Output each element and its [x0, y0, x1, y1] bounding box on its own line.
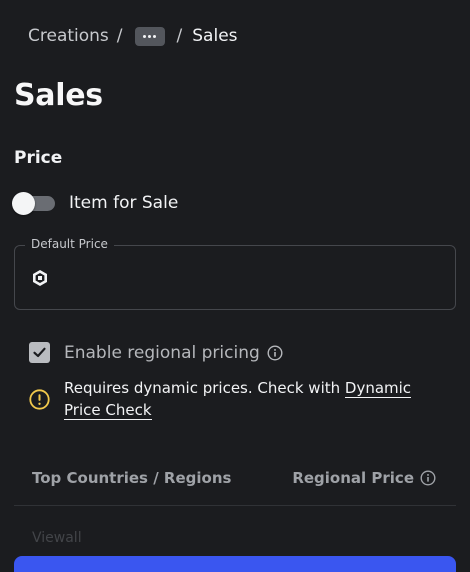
default-price-input[interactable] — [57, 264, 437, 292]
item-for-sale-row[interactable]: Item for Sale — [12, 191, 178, 215]
breadcrumb: Creations / / Sales — [28, 24, 238, 48]
info-icon[interactable] — [420, 470, 436, 486]
dynamic-price-warning: Requires dynamic prices. Check with Dyna… — [29, 377, 424, 421]
primary-action-button[interactable] — [14, 556, 456, 572]
price-section-title: Price — [14, 148, 63, 168]
regional-pricing-row[interactable]: Enable regional pricing — [29, 342, 283, 363]
default-price-label: Default Price — [25, 237, 114, 251]
breadcrumb-more-button[interactable] — [134, 26, 165, 46]
warning-text: Requires dynamic prices. Check with Dyna… — [64, 377, 424, 421]
regional-pricing-checkbox[interactable] — [29, 342, 50, 363]
sales-page: Creations / / Sales Sales Price Item for… — [0, 0, 470, 572]
column-header-regional-price: Regional Price — [292, 469, 436, 487]
ellipsis-dot — [148, 34, 152, 38]
breadcrumb-separator: / — [176, 26, 183, 46]
item-for-sale-toggle[interactable] — [12, 191, 55, 215]
warning-message: Requires dynamic prices. Check with — [64, 379, 345, 397]
table-row-partial: Viewall — [32, 530, 82, 546]
column-header-countries: Top Countries / Regions — [32, 469, 232, 487]
regional-price-table-header: Top Countries / Regions Regional Price — [14, 462, 456, 506]
column-header-regional-price-label: Regional Price — [292, 469, 414, 487]
breadcrumb-current: Sales — [192, 26, 238, 46]
toggle-knob[interactable] — [12, 192, 35, 215]
info-icon[interactable] — [267, 344, 283, 361]
regional-pricing-label: Enable regional pricing — [64, 342, 260, 363]
warning-icon — [29, 389, 50, 410]
robux-icon — [33, 270, 47, 286]
checkmark-icon — [33, 347, 46, 358]
ellipsis-icon — [143, 34, 147, 38]
item-for-sale-label: Item for Sale — [69, 193, 179, 213]
default-price-field[interactable]: Default Price — [14, 237, 456, 310]
page-title: Sales — [14, 78, 103, 113]
breadcrumb-separator: / — [116, 26, 123, 46]
ellipsis-dot — [153, 34, 157, 38]
breadcrumb-creations[interactable]: Creations — [28, 26, 109, 46]
